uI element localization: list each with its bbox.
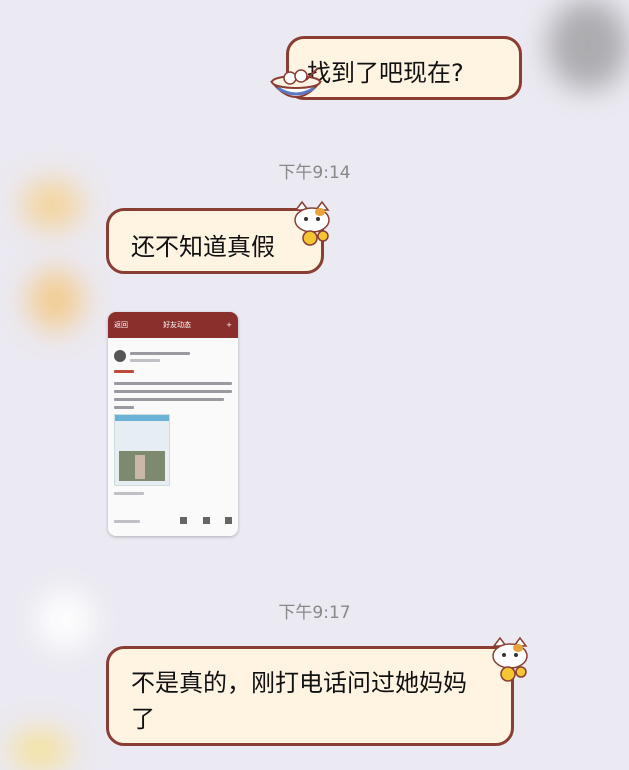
decoration-blob <box>28 270 83 330</box>
message-bubble-received[interactable]: 不是真的，刚打电话问过她妈妈了 <box>106 646 514 746</box>
screenshot-text-line <box>114 390 232 393</box>
decoration-blob <box>548 0 628 90</box>
lucky-cat-sticker-icon <box>294 200 330 246</box>
message-text: 找到了吧现在? <box>307 59 464 87</box>
screenshot-avatar <box>114 350 126 362</box>
decoration-blob <box>22 180 82 230</box>
screenshot-text-line <box>114 406 134 409</box>
screenshot-header: 返回 好友动态 + <box>108 312 238 338</box>
screenshot-inner-image <box>114 414 170 486</box>
screenshot-text-line <box>130 352 190 355</box>
screenshot-text-line <box>114 370 134 373</box>
screenshot-text-line <box>114 520 140 523</box>
rice-bowl-sticker-icon <box>269 67 323 98</box>
timestamp: 下午9:14 <box>278 163 351 183</box>
screenshot-title: 好友动态 <box>163 321 192 329</box>
lucky-cat-sticker-icon <box>492 636 528 682</box>
message-text: 不是真的，刚打电话问过她妈妈了 <box>131 669 467 733</box>
screenshot-text-line <box>130 359 160 362</box>
screenshot-text-line <box>114 398 224 401</box>
timestamp: 下午9:17 <box>278 603 351 623</box>
screenshot-back-label: 返回 <box>114 321 128 329</box>
shared-screenshot-image[interactable]: 返回 好友动态 + <box>108 312 238 536</box>
screenshot-action-icons <box>180 517 232 525</box>
screenshot-menu-icon: + <box>226 321 232 329</box>
screenshot-text-line <box>114 492 144 495</box>
screenshot-text-line <box>114 382 232 385</box>
message-text: 还不知道真假 <box>131 233 275 261</box>
decoration-blob <box>10 730 70 770</box>
